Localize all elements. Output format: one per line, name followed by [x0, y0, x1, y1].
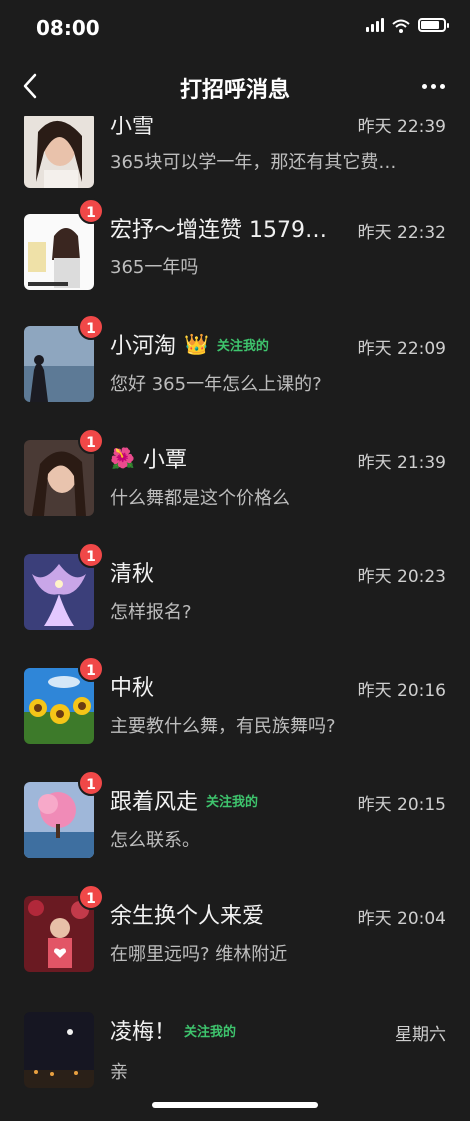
- conversation-row[interactable]: 1 跟着风走 关注我的 昨天 20:15 怎么联系。: [0, 770, 470, 894]
- name-line: 余生换个人来爱: [110, 898, 264, 930]
- message-time: 昨天 22:32: [357, 223, 446, 243]
- message-preview: 您好 365一年怎么上课的?: [110, 374, 322, 395]
- conversation-row[interactable]: 1 清秋 昨天 20:23 怎样报名?: [0, 542, 470, 666]
- status-time: 08:00: [36, 16, 100, 40]
- status-bar: 08:00: [0, 0, 470, 56]
- contact-name: 清秋: [110, 562, 155, 587]
- message-time: 昨天 21:39: [357, 453, 446, 473]
- page-title: 打招呼消息: [179, 78, 290, 103]
- unread-badge: 1: [78, 770, 104, 796]
- message-preview: 怎么联系。: [110, 830, 200, 851]
- conversation-row[interactable]: 1 中秋 昨天 20:16 主要教什么舞，有民族舞吗?: [0, 656, 470, 780]
- follow-tag: 关注我的: [216, 338, 269, 354]
- unread-badge: 1: [78, 314, 104, 340]
- name-line: 小河淘 👑 关注我的: [110, 328, 269, 360]
- unread-badge: 1: [78, 198, 104, 224]
- follow-tag: 关注我的: [184, 1024, 237, 1040]
- conversation-row[interactable]: 1 🌺 小覃 昨天 21:39 什么舞都是这个价格么: [0, 428, 470, 552]
- flower-icon: 🌺: [110, 446, 135, 470]
- message-time: 昨天 20:04: [357, 909, 446, 929]
- unread-badge: 1: [78, 656, 104, 682]
- message-preview: 亲: [110, 1062, 128, 1083]
- more-dots-icon: [421, 83, 427, 89]
- wifi-icon: [392, 18, 410, 33]
- message-time: 昨天 22:09: [357, 339, 446, 359]
- message-preview: 在哪里远吗? 维林附近: [110, 944, 288, 965]
- home-indicator[interactable]: [152, 1102, 318, 1108]
- unread-badge: 1: [78, 428, 104, 454]
- message-preview: 365一年吗: [110, 257, 199, 278]
- contact-name: 小河淘: [110, 334, 177, 359]
- conversation-row[interactable]: 1 余生换个人来爱 昨天 20:04 在哪里远吗? 维林附近: [0, 884, 470, 1008]
- battery-icon: [418, 18, 449, 32]
- contact-name: 宏抒～增连赞 1579…: [110, 218, 327, 243]
- nav-bar: 打招呼消息: [0, 56, 470, 116]
- unread-badge: 1: [78, 884, 104, 910]
- crown-icon: 👑: [184, 332, 209, 356]
- contact-name: 凌梅！: [110, 1020, 177, 1045]
- follow-tag: 关注我的: [206, 794, 259, 810]
- name-line: 跟着风走 关注我的: [110, 784, 258, 816]
- conversation-row[interactable]: 1 宏抒～增连赞 1579… 昨天 22:32 365一年吗: [0, 198, 470, 324]
- message-time: 星期六: [395, 1025, 446, 1045]
- name-line: 🌺 小覃: [110, 442, 187, 474]
- name-line: 凌梅！ 关注我的: [110, 1014, 236, 1046]
- contact-name: 小覃: [142, 448, 187, 473]
- message-preview: 365块可以学一年，那还有其它费…: [110, 152, 397, 173]
- message-time: 昨天 20:16: [357, 681, 446, 701]
- more-button[interactable]: [416, 70, 450, 102]
- name-line: 中秋: [110, 670, 154, 702]
- contact-name: 中秋: [110, 676, 155, 701]
- status-icons: [366, 18, 449, 33]
- message-time: 昨天 20:15: [357, 795, 446, 815]
- avatar: [24, 214, 94, 290]
- message-preview: 主要教什么舞，有民族舞吗?: [110, 716, 336, 737]
- signal-icon: [366, 18, 384, 32]
- unread-badge: 1: [78, 542, 104, 568]
- name-line: 宏抒～增连赞 1579…: [110, 212, 327, 244]
- contact-name: 跟着风走: [110, 790, 199, 815]
- conversation-row[interactable]: 1 小河淘 👑 关注我的 昨天 22:09 您好 365一年怎么上课的?: [0, 314, 470, 438]
- avatar: [24, 112, 94, 188]
- message-preview: 什么舞都是这个价格么: [110, 488, 290, 509]
- contact-name: 余生换个人来爱: [110, 904, 265, 929]
- message-preview: 怎样报名?: [110, 602, 192, 623]
- avatar: [24, 1012, 94, 1088]
- message-time: 昨天 20:23: [357, 567, 446, 587]
- name-line: 清秋: [110, 556, 154, 588]
